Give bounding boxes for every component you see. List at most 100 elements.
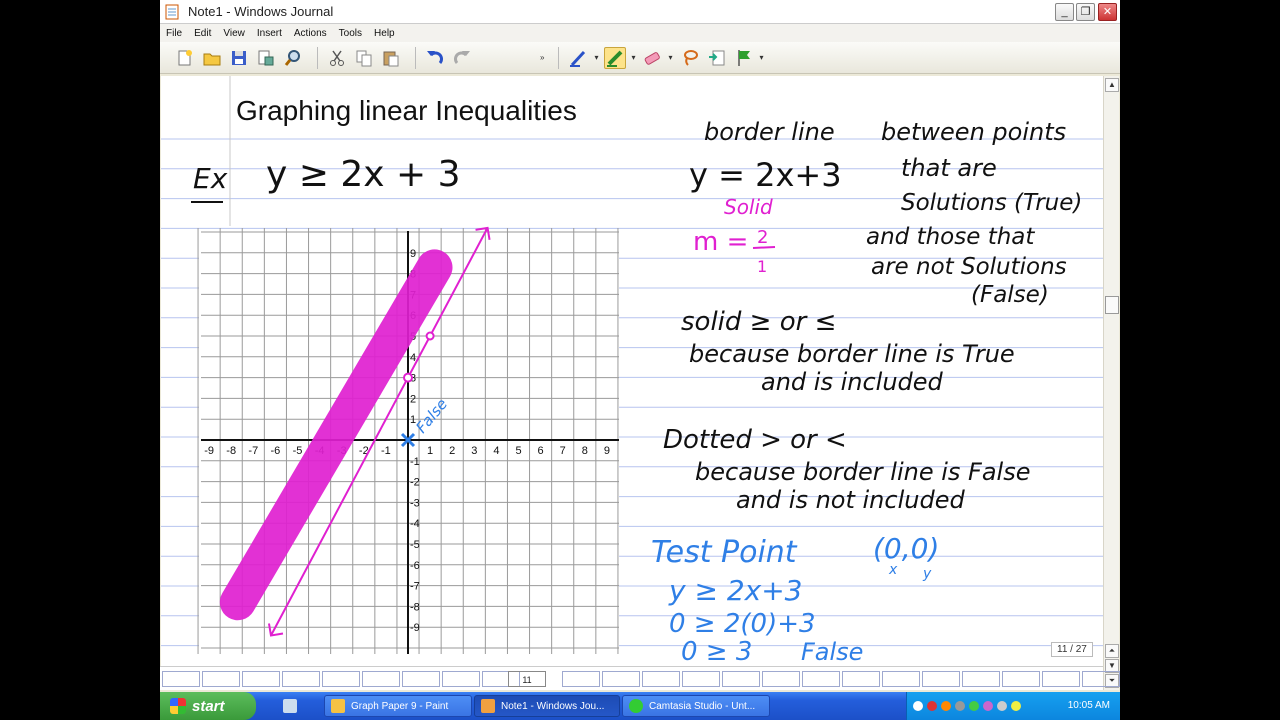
test-result: False [801,638,863,666]
highlighter-icon[interactable] [604,46,627,69]
page-thumbnail[interactable] [882,671,920,687]
vertical-scrollbar[interactable]: ▲ ⏶ ▼ ⏷ [1103,76,1119,690]
border-line-heading: border line [704,118,835,146]
save-icon[interactable] [228,47,250,69]
task-journal-label: Note1 - Windows Jou... [501,700,605,712]
page-thumbnail[interactable] [162,671,200,687]
page-thumbnail[interactable] [722,671,760,687]
tray-volume-icon[interactable] [1011,701,1021,711]
page-thumbnail[interactable] [442,671,480,687]
toolbar-overflow[interactable]: » [540,53,544,62]
page-thumbnail[interactable] [642,671,680,687]
test-line-2: 0 ≥ 2(0)+3 [669,609,816,639]
x-tick-label: 3 [471,445,477,457]
menu-actions[interactable]: Actions [294,28,327,39]
page-thumbnail[interactable] [842,671,880,687]
eraser-icon[interactable] [641,47,663,69]
page-thumbnail[interactable] [1042,671,1080,687]
restore-button[interactable]: ❐ [1076,3,1095,21]
page-thumbnail[interactable] [1082,671,1120,687]
quick-launch-icon[interactable] [280,695,300,717]
page-thumbnail[interactable] [922,671,960,687]
flag-icon[interactable] [733,47,755,69]
tray-app-icon[interactable] [941,701,951,711]
cut-icon[interactable] [326,47,348,69]
scroll-thumb[interactable] [1105,296,1119,314]
find-icon[interactable] [282,47,304,69]
page-thumbnail[interactable] [802,671,840,687]
tray-app-icon[interactable] [983,701,993,711]
y-tick-label: -5 [410,539,420,551]
test-point-coords: (0,0) [873,532,939,565]
pen-icon[interactable] [567,47,589,69]
page-thumbnail[interactable] [242,671,280,687]
start-button[interactable]: start [160,692,256,720]
menu-help[interactable]: Help [374,28,395,39]
page-thumbnail[interactable] [962,671,1000,687]
tray-record-icon[interactable] [927,701,937,711]
open-icon[interactable] [201,47,223,69]
page-thumbnail[interactable] [682,671,720,687]
page-setup-icon[interactable] [255,47,277,69]
solid-rule: solid ≥ or ≤ [681,307,836,337]
pen-dropdown[interactable]: ▾ [594,53,598,62]
test-point-heading: Test Point [651,535,798,570]
tray-app-icon[interactable] [969,701,979,711]
menu-tools[interactable]: Tools [339,28,362,39]
test-point-sub-x: x [888,562,898,578]
tray-app-icon[interactable] [955,701,965,711]
task-camtasia[interactable]: Camtasia Studio - Unt... [622,695,770,717]
test-point-sub-y: y [922,566,932,582]
scroll-up-arrow-icon[interactable]: ▲ [1105,78,1119,92]
task-paint[interactable]: Graph Paper 9 - Paint [324,695,472,717]
menu-view[interactable]: View [223,28,245,39]
tray-arrow-icon[interactable] [913,701,923,711]
page-thumbnail[interactable] [762,671,800,687]
insert-space-icon[interactable] [706,47,728,69]
menu-insert[interactable]: Insert [257,28,282,39]
undo-icon[interactable] [424,47,446,69]
x-tick-label: -9 [204,445,214,457]
redo-icon[interactable] [451,47,473,69]
page-thumbnail[interactable] [322,671,360,687]
page-thumbnail[interactable] [562,671,600,687]
minimize-button[interactable]: _ [1055,3,1074,21]
x-tick-label: -7 [248,445,258,457]
explanation-line-1: between points [881,118,1066,146]
note-page[interactable]: -9-8-7-6-5-4-3-2-1123456789 987654321-1-… [161,76,1103,666]
paste-icon[interactable] [380,47,402,69]
new-note-icon[interactable] [174,47,196,69]
page-thumbnail[interactable]: 11 [508,671,546,687]
lasso-icon[interactable] [679,47,701,69]
highlighter-dropdown[interactable]: ▾ [631,53,635,62]
page-strip: 11 [160,666,1120,690]
y-tick-label: -2 [410,477,420,489]
eraser-dropdown[interactable]: ▾ [668,53,672,62]
menu-bar: File Edit View Insert Actions Tools Help [160,24,1120,42]
tray-network-icon[interactable] [997,701,1007,711]
page-thumbnail[interactable] [202,671,240,687]
menu-file[interactable]: File [166,28,182,39]
x-tick-label: 4 [493,445,499,457]
page-thumbnail[interactable] [1002,671,1040,687]
slope-denominator: 1 [757,257,767,276]
x-tick-label: -8 [226,445,236,457]
page-thumbnail[interactable] [362,671,400,687]
toolbar-separator [558,46,560,69]
x-tick-label: 6 [538,445,544,457]
title-bar: Note1 - Windows Journal _ ❐ ✕ [160,0,1120,24]
page-thumbnail[interactable] [402,671,440,687]
copy-icon[interactable] [353,47,375,69]
page-thumbnail[interactable] [602,671,640,687]
x-tick-label: -1 [381,445,391,457]
explanation-line-5: are not Solutions [871,254,1067,280]
page-indicator: 11 / 27 [1051,642,1093,657]
task-journal[interactable]: Note1 - Windows Jou... [474,695,620,717]
y-tick-label: -3 [410,497,420,509]
flag-dropdown[interactable]: ▾ [760,53,764,62]
toolbar-separator [317,46,318,69]
page-thumbnail[interactable] [282,671,320,687]
page-up-icon[interactable]: ⏶ [1105,644,1119,658]
close-button[interactable]: ✕ [1098,3,1117,21]
menu-edit[interactable]: Edit [194,28,211,39]
